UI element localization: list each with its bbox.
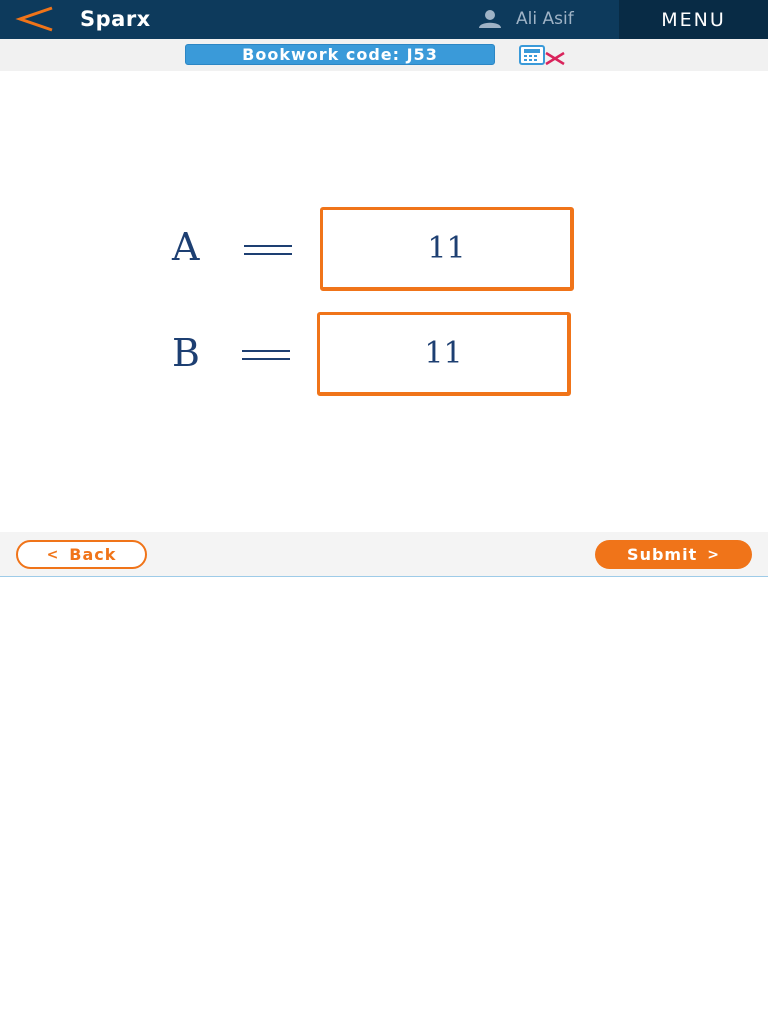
- brand-logo: Sparx: [80, 7, 151, 31]
- answer-label-a: A: [172, 225, 200, 269]
- back-button-label: Back: [69, 545, 117, 564]
- bookwork-bar: Bookwork code: J53: [0, 39, 768, 71]
- bookwork-code: Bookwork code: J53: [185, 44, 495, 65]
- equals-sign: [244, 245, 292, 255]
- chevron-right-icon: >: [707, 546, 720, 563]
- top-bar: Sparx Ali Asif MENU: [0, 0, 768, 39]
- user-name: Ali Asif: [516, 9, 574, 29]
- answer-input-b[interactable]: 11: [317, 312, 571, 396]
- user-icon: [479, 10, 501, 28]
- submit-button-label: Submit: [627, 545, 698, 564]
- equals-sign: [242, 350, 290, 360]
- answer-input-a[interactable]: 11: [320, 207, 574, 291]
- user-profile[interactable]: Ali Asif: [478, 8, 574, 30]
- back-chevron-icon[interactable]: [14, 4, 56, 34]
- calculator-not-allowed-icon[interactable]: [518, 44, 568, 66]
- bottom-nav: < Back Submit >: [0, 532, 768, 577]
- answer-label-b: B: [172, 331, 200, 375]
- chevron-left-icon: <: [46, 546, 60, 563]
- submit-button[interactable]: Submit >: [595, 540, 752, 569]
- menu-button[interactable]: MENU: [619, 0, 768, 39]
- back-button[interactable]: < Back: [16, 540, 147, 569]
